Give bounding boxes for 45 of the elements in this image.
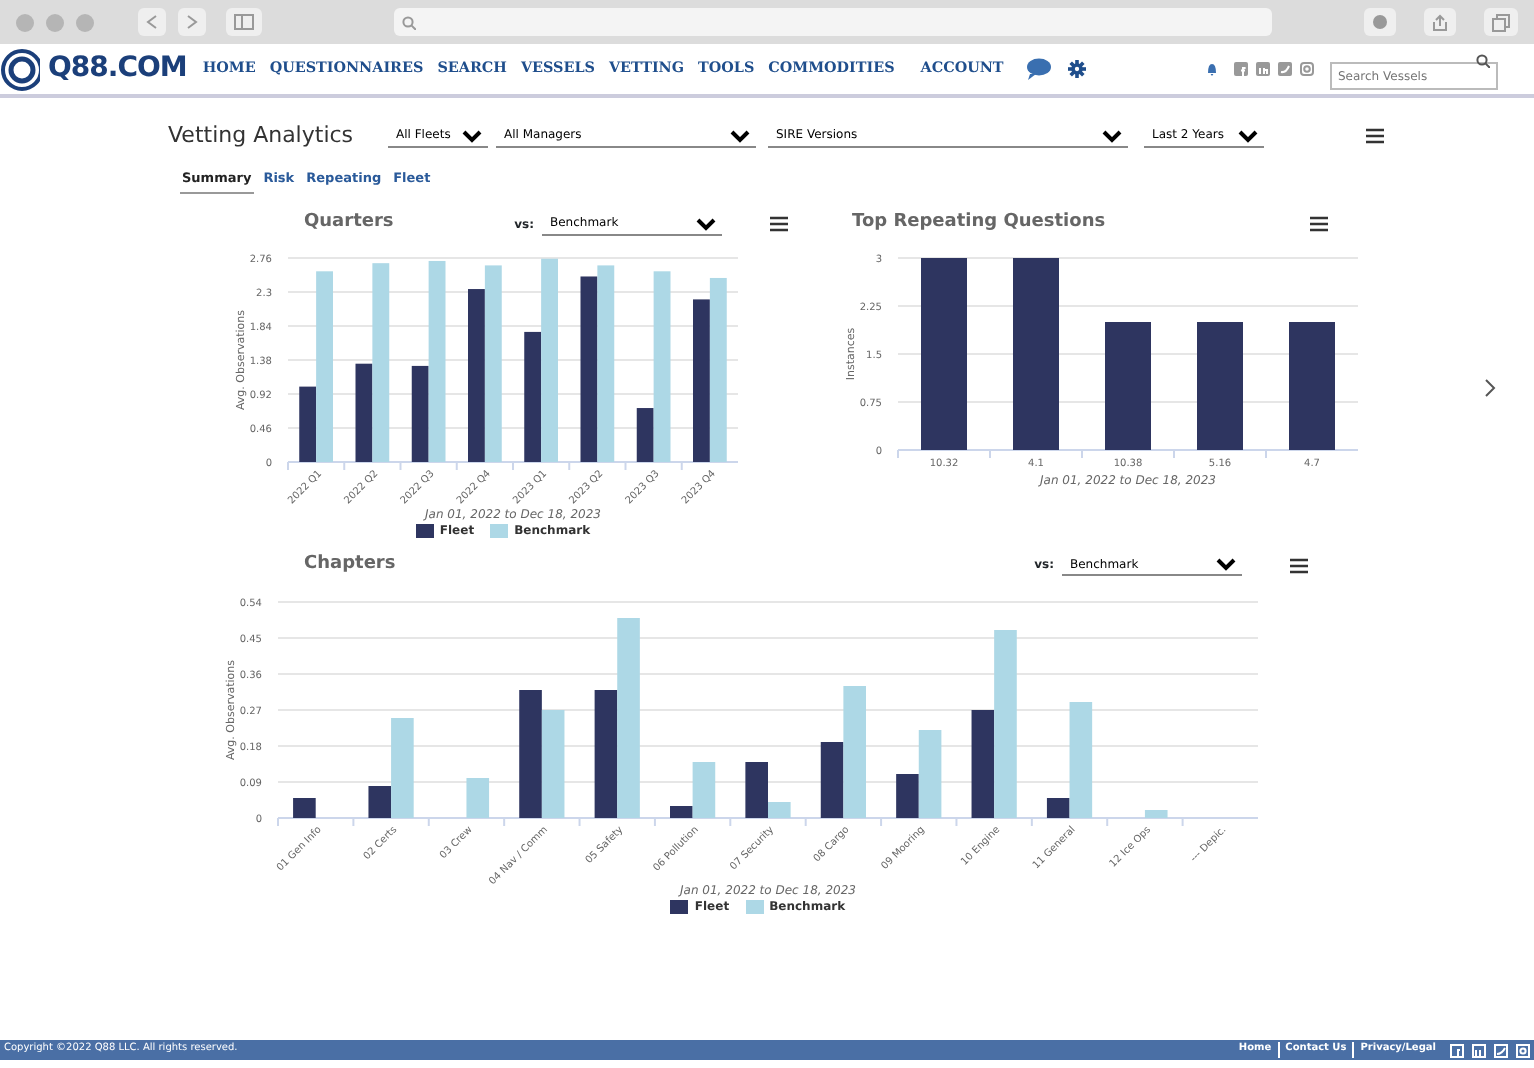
bar [1197,321,1243,450]
download-button[interactable] [1364,8,1396,36]
chevron-left-icon [146,14,158,30]
chart-menu-icon[interactable] [1290,557,1308,573]
chart-title: Top Repeating Questions [852,210,1106,237]
search-icon [1476,53,1490,67]
tabs-button[interactable] [1484,8,1518,36]
bar [466,778,490,819]
bar [293,798,316,819]
bar [1289,321,1335,450]
instagram-icon[interactable] [1300,62,1314,76]
linkedin-icon[interactable] [1256,62,1270,76]
sidebar-icon [234,14,254,30]
facebook-icon[interactable] [1234,62,1248,76]
twitter-icon[interactable] [1494,1043,1508,1057]
download-icon [1372,14,1388,30]
window-close-button[interactable] [16,13,34,31]
tabs-icon [1492,13,1510,31]
twitter-icon[interactable] [1278,62,1292,76]
facebook-icon[interactable] [1450,1043,1464,1057]
page-title: Vetting Analytics [168,120,356,152]
menu-icon[interactable] [1366,128,1384,145]
chevron-right-icon [186,14,198,30]
settings-icon[interactable] [1067,60,1086,78]
bell-icon[interactable] [1206,62,1218,76]
bar [541,710,565,819]
chart-menu-icon[interactable] [1310,216,1328,232]
share-button[interactable] [1424,8,1456,36]
chevron-right-icon[interactable] [1482,378,1498,398]
window-zoom-button[interactable] [76,13,94,31]
bar [1105,321,1151,450]
back-button[interactable] [138,8,166,36]
bar [1144,810,1168,819]
forward-button[interactable] [178,8,206,36]
share-icon [1432,13,1448,31]
search-icon [402,15,416,29]
sidebar-button[interactable] [226,8,262,36]
chart-menu-icon[interactable] [770,216,788,232]
bar [519,690,542,819]
linkedin-icon[interactable] [1472,1043,1486,1057]
chat-icon[interactable] [1025,58,1052,80]
chart-title: Chapters [304,551,396,578]
window-minimize-button[interactable] [46,13,64,31]
site-logo[interactable]: Q88.COM [0,47,187,91]
chart-title: Quarters [304,210,394,237]
